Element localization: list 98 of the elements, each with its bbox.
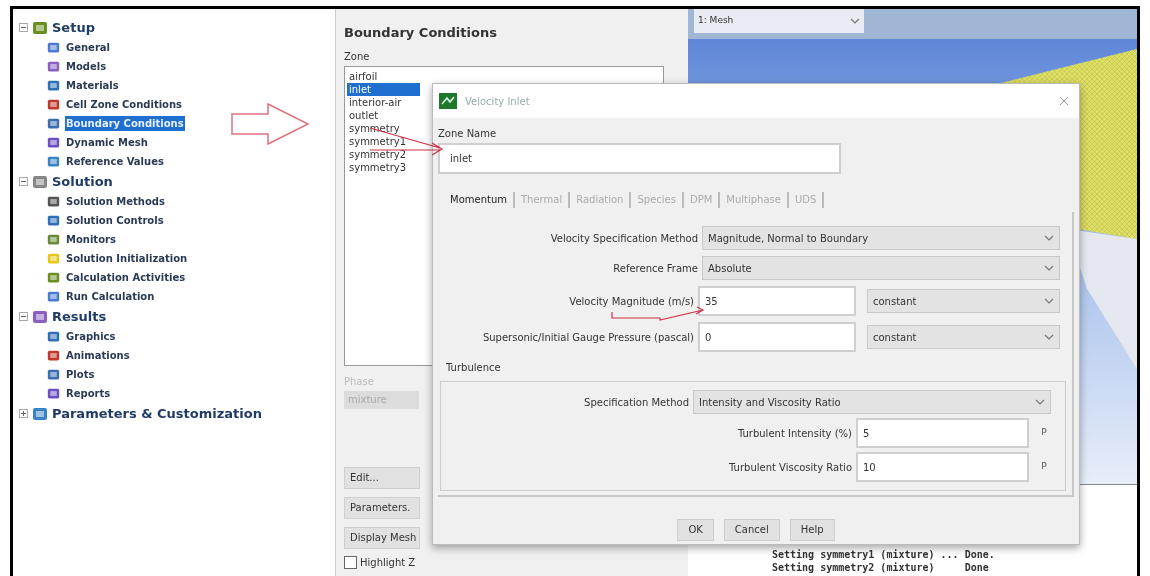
checkbox[interactable] bbox=[344, 555, 357, 569]
tree-node-icon bbox=[47, 117, 60, 130]
collapse-icon[interactable] bbox=[19, 312, 28, 321]
collapse-icon[interactable] bbox=[19, 177, 28, 186]
input-field[interactable]: 10 bbox=[856, 452, 1029, 482]
tree-node-icon bbox=[47, 136, 60, 149]
dropdown-caret-icon bbox=[1035, 399, 1045, 405]
parameter-toggle[interactable]: P bbox=[1037, 460, 1051, 474]
dropdown-caret-icon bbox=[1044, 265, 1054, 271]
dropdown-caret-icon bbox=[1044, 235, 1054, 241]
dropdown-select[interactable]: constant bbox=[867, 325, 1060, 349]
tree-item[interactable]: Calculation Activities bbox=[65, 270, 187, 285]
tree-node-icon bbox=[47, 41, 60, 54]
tree-item[interactable]: Dynamic Mesh bbox=[65, 135, 149, 150]
tree-item[interactable]: Setup bbox=[52, 17, 95, 38]
tree-item[interactable]: Monitors bbox=[65, 232, 117, 247]
panel-button[interactable]: Display Mesh bbox=[344, 526, 420, 549]
tree-node-icon bbox=[47, 271, 60, 284]
tree-item[interactable]: Materials bbox=[65, 78, 120, 93]
tree-node-icon bbox=[32, 19, 48, 36]
field-label: Velocity Specification Method bbox=[550, 231, 698, 246]
tree-item[interactable]: Reference Values bbox=[65, 154, 165, 169]
tree-item[interactable]: Cell Zone Conditions bbox=[65, 97, 184, 112]
expand-icon[interactable] bbox=[19, 409, 28, 418]
field-label: Zone Name bbox=[438, 127, 498, 141]
field-label: Turbulent Viscosity Ratio bbox=[729, 460, 852, 475]
field-label: Zone bbox=[344, 49, 371, 64]
dropdown-select[interactable]: Magnitude, Normal to Boundary bbox=[702, 226, 1060, 250]
tree-item[interactable]: General bbox=[65, 40, 111, 55]
list-item[interactable]: interior-air bbox=[347, 95, 420, 109]
field-label: Reference Frame bbox=[613, 261, 698, 276]
list-item[interactable]: airfoil bbox=[347, 69, 420, 83]
tree-item[interactable]: Results bbox=[52, 306, 107, 327]
tree-item[interactable]: Reports bbox=[65, 386, 112, 401]
tree-node-icon bbox=[32, 173, 48, 190]
tree-node-icon bbox=[47, 290, 60, 303]
dialog-button[interactable]: Cancel bbox=[723, 518, 780, 541]
close-icon[interactable] bbox=[1059, 96, 1069, 106]
dialog-button[interactable]: OK bbox=[677, 518, 714, 541]
tree-node-icon bbox=[47, 330, 60, 343]
tree-node-icon bbox=[47, 155, 60, 168]
tree-node-icon bbox=[47, 98, 60, 111]
console-line: Setting symmetry2 (mixture) Done bbox=[772, 561, 990, 574]
tree-item[interactable]: Solution Controls bbox=[65, 213, 165, 228]
tree-node-icon bbox=[32, 405, 48, 422]
tree-item[interactable]: Run Calculation bbox=[65, 289, 156, 304]
tree-item[interactable]: Animations bbox=[65, 348, 131, 363]
zone-name-field[interactable]: inlet bbox=[438, 143, 841, 174]
tree-node-icon bbox=[47, 214, 60, 227]
tree-node-icon bbox=[47, 368, 60, 381]
list-item[interactable]: inlet bbox=[347, 82, 420, 96]
list-item[interactable]: symmetry bbox=[347, 121, 420, 135]
dropdown-select[interactable]: Intensity and Viscosity Ratio bbox=[693, 390, 1051, 414]
dropdown-select[interactable]: constant bbox=[867, 289, 1060, 313]
console-line: Setting symmetry1 (mixture) ... Done. bbox=[772, 548, 996, 561]
tree-item[interactable]: Parameters & Customization bbox=[52, 403, 262, 424]
list-item[interactable]: symmetry3 bbox=[347, 160, 420, 174]
dropdown-caret-icon bbox=[850, 18, 860, 24]
tree-node-icon bbox=[47, 195, 60, 208]
tree-node-icon bbox=[47, 79, 60, 92]
dialog-title: Velocity Inlet bbox=[465, 94, 530, 109]
dropdown-caret-icon bbox=[1044, 334, 1054, 340]
tree-node-icon bbox=[47, 387, 60, 400]
field-label: Supersonic/Initial Gauge Pressure (pascal) bbox=[482, 330, 694, 345]
tree-item[interactable]: Graphics bbox=[65, 329, 117, 344]
app-logo-icon bbox=[439, 93, 457, 109]
list-item[interactable]: outlet bbox=[347, 108, 420, 122]
list-item[interactable]: symmetry2 bbox=[347, 147, 420, 161]
dropdown-caret-icon bbox=[1044, 298, 1054, 304]
panel-button[interactable]: Edit... bbox=[344, 466, 420, 489]
field-label: Turbulent Intensity (%) bbox=[737, 426, 852, 441]
dropdown-select[interactable]: Absolute bbox=[702, 256, 1060, 280]
tree-item[interactable]: Plots bbox=[65, 367, 96, 382]
tree-item[interactable]: Boundary Conditions bbox=[65, 116, 185, 131]
tree-node-icon bbox=[32, 308, 48, 325]
input-field[interactable]: 35 bbox=[698, 286, 856, 316]
tree-node-icon bbox=[47, 233, 60, 246]
tree-item[interactable]: Solution Methods bbox=[65, 194, 166, 209]
panel-button[interactable]: Parameters. bbox=[344, 496, 420, 519]
view-select[interactable]: 1: Mesh bbox=[694, 9, 864, 33]
checkbox-label: Highlight Z bbox=[360, 555, 416, 570]
tab[interactable]: Momentum bbox=[444, 192, 515, 208]
parameter-toggle[interactable]: P bbox=[1037, 426, 1051, 440]
dialog-button[interactable]: Help bbox=[789, 518, 835, 541]
tree-item[interactable]: Models bbox=[65, 59, 108, 74]
tree-node-icon bbox=[47, 349, 60, 362]
group-title: Turbulence bbox=[445, 361, 502, 375]
tree-node-icon bbox=[47, 252, 60, 265]
list-item[interactable]: symmetry1 bbox=[347, 134, 420, 148]
field-label: Specification Method bbox=[584, 395, 689, 410]
input-field[interactable]: 0 bbox=[698, 322, 856, 352]
input-field[interactable]: 5 bbox=[856, 418, 1029, 448]
collapse-icon[interactable] bbox=[19, 23, 28, 32]
tree-item[interactable]: Solution bbox=[52, 171, 113, 192]
tree-node-icon bbox=[47, 60, 60, 73]
panel-title: Boundary Conditions bbox=[344, 24, 498, 42]
field-label: Velocity Magnitude (m/s) bbox=[569, 294, 694, 309]
tree-item[interactable]: Solution Initialization bbox=[65, 251, 189, 266]
